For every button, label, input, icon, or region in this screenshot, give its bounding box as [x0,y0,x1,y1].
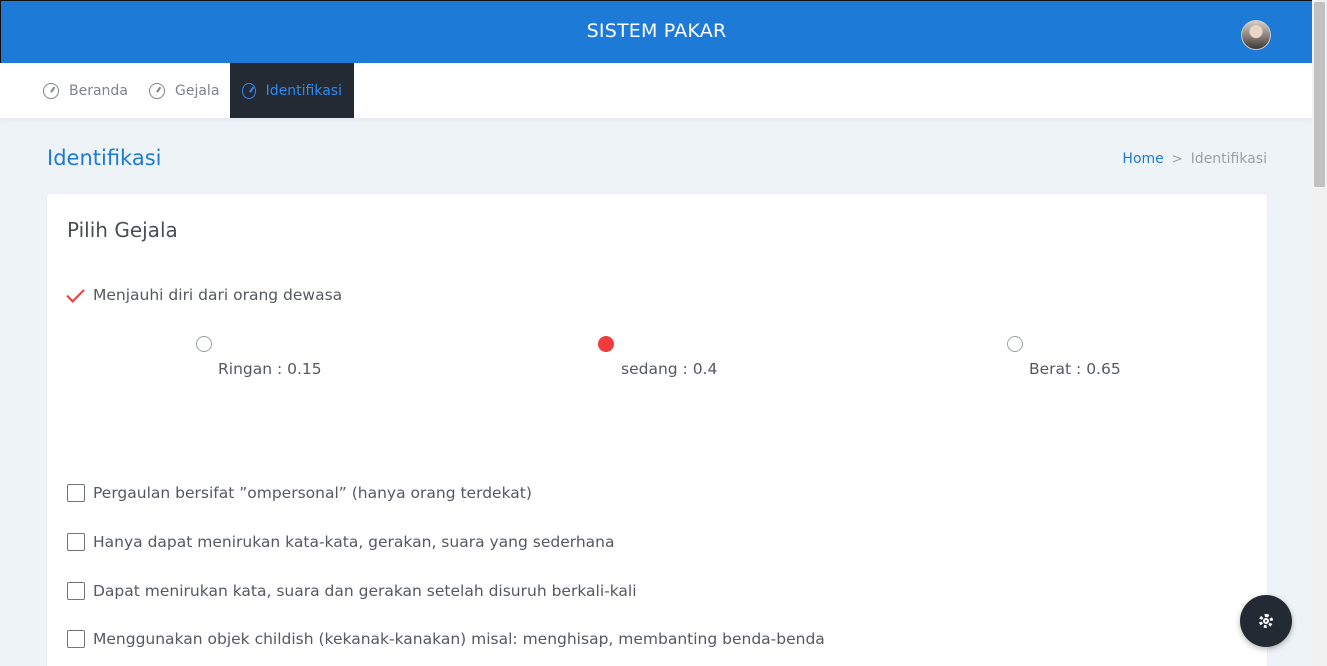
breadcrumb-home-link[interactable]: Home [1122,151,1163,167]
settings-fab-button[interactable] [1240,595,1292,647]
symptom-checkbox[interactable] [67,533,85,551]
check-icon[interactable] [67,284,89,306]
radio-berat[interactable] [1007,336,1023,352]
gear-icon [1259,614,1273,628]
symptom-card: Pilih Gejala Menjauhi diri dari orang de… [47,194,1267,666]
radio-label-berat: Berat : 0.65 [1029,360,1121,378]
symptom-row[interactable]: Hanya dapat menirukan kata-kata, gerakan… [67,533,614,551]
symptom-row[interactable]: Pergaulan bersifat ”ompersonal” (hanya o… [67,484,532,502]
radio-label-sedang: sedang : 0.4 [621,360,718,378]
breadcrumb-current: Identifikasi [1190,151,1267,167]
symptom-checkbox[interactable] [67,630,85,648]
radio-sedang[interactable] [598,336,614,352]
breadcrumb-separator: > [1171,151,1183,167]
dashboard-icon [43,82,59,99]
symptom-label: Menggunakan objek childish (kekanak-kana… [93,630,825,648]
nav-item-label: Beranda [69,82,128,99]
symptom-label: Pergaulan bersifat ”ompersonal” (hanya o… [93,484,532,502]
card-title: Pilih Gejala [67,218,178,242]
symptom-checkbox[interactable] [67,582,85,600]
scrollbar-thumb[interactable] [1314,2,1325,187]
nav-item-beranda[interactable]: Beranda [43,63,128,118]
dashboard-icon [149,82,165,99]
symptom-checkbox[interactable] [67,484,85,502]
symptom-label: Menjauhi diri dari orang dewasa [93,286,343,304]
symptom-checkbox-checked[interactable]: Menjauhi diri dari orang dewasa [67,284,342,306]
radio-ringan[interactable] [196,336,212,352]
nav-item-gejala[interactable]: Gejala [149,63,219,118]
user-avatar[interactable] [1241,20,1271,50]
top-bar: SISTEM PAKAR [0,0,1312,63]
nav-item-label: Identifikasi [265,82,342,99]
symptom-label: Hanya dapat menirukan kata-kata, gerakan… [93,533,615,551]
symptom-row[interactable]: Menggunakan objek childish (kekanak-kana… [67,630,825,648]
main-nav: Beranda Gejala Identifikasi [0,63,1312,118]
breadcrumb: Home > Identifikasi [1122,151,1267,167]
symptom-label: Dapat menirukan kata, suara dan gerakan … [93,582,637,600]
dashboard-icon [242,82,256,99]
page-title: Identifikasi [47,146,162,170]
symptom-row[interactable]: Dapat menirukan kata, suara dan gerakan … [67,582,637,600]
nav-item-identifikasi[interactable]: Identifikasi [230,63,354,118]
app-title: SISTEM PAKAR [586,20,727,42]
radio-label-ringan: Ringan : 0.15 [218,360,322,378]
nav-item-label: Gejala [175,82,220,99]
